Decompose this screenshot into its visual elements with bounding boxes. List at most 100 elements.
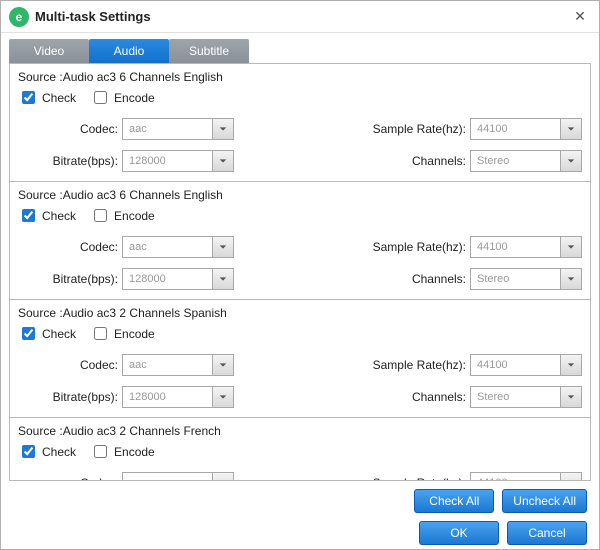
check-checkbox-label[interactable]: Check [18,324,76,343]
codec-combo-input[interactable] [122,354,212,376]
chevron-down-icon [219,157,227,165]
chevron-down-icon [567,275,575,283]
channels-label: Channels: [356,272,466,286]
codec-combo-arrow[interactable] [212,118,234,140]
bitrate-label: Bitrate(bps): [18,272,118,286]
channels-combo[interactable] [470,150,582,172]
bitrate-combo-arrow[interactable] [212,150,234,172]
check-checkbox[interactable] [22,327,35,340]
channels-combo-arrow[interactable] [560,150,582,172]
bitrate-combo-arrow[interactable] [212,268,234,290]
encode-checkbox[interactable] [94,91,107,104]
check-checkbox-label[interactable]: Check [18,206,76,225]
bitrate-combo[interactable] [122,386,234,408]
chevron-down-icon [219,243,227,251]
samplerate-combo-input[interactable] [470,472,560,481]
encode-checkbox[interactable] [94,445,107,458]
chevron-down-icon [567,243,575,251]
settings-window: e Multi-task Settings ✕ Video Audio Subt… [0,0,600,550]
ok-button[interactable]: OK [419,521,499,545]
check-checkbox-label[interactable]: Check [18,442,76,461]
chevron-down-icon [219,393,227,401]
dialog-buttons: OK Cancel [1,517,599,549]
samplerate-combo[interactable] [470,472,582,481]
check-all-button[interactable]: Check All [414,489,494,513]
check-checkbox[interactable] [22,445,35,458]
samplerate-combo-arrow[interactable] [560,236,582,258]
samplerate-combo[interactable] [470,118,582,140]
codec-label: Codec: [18,122,118,136]
channels-combo[interactable] [470,386,582,408]
chevron-down-icon [567,361,575,369]
samplerate-combo-input[interactable] [470,236,560,258]
codec-combo[interactable] [122,472,234,481]
samplerate-combo[interactable] [470,236,582,258]
codec-combo-arrow[interactable] [212,354,234,376]
track-list[interactable]: Source :Audio ac3 6 Channels English Che… [9,63,591,481]
audio-track: Source :Audio ac3 2 Channels French Chec… [10,418,590,481]
encode-checkbox[interactable] [94,209,107,222]
chevron-down-icon [567,125,575,133]
chevron-down-icon [567,393,575,401]
window-title: Multi-task Settings [35,9,151,24]
codec-combo-arrow[interactable] [212,472,234,481]
bitrate-combo-input[interactable] [122,150,212,172]
tab-subtitle[interactable]: Subtitle [169,39,249,63]
samplerate-combo[interactable] [470,354,582,376]
codec-label: Codec: [18,476,118,481]
titlebar: e Multi-task Settings ✕ [1,1,599,33]
channels-combo-input[interactable] [470,150,560,172]
codec-combo-input[interactable] [122,236,212,258]
samplerate-combo-arrow[interactable] [560,118,582,140]
cancel-button[interactable]: Cancel [507,521,587,545]
samplerate-combo-arrow[interactable] [560,472,582,481]
bitrate-combo[interactable] [122,268,234,290]
channels-combo-input[interactable] [470,386,560,408]
samplerate-combo-arrow[interactable] [560,354,582,376]
codec-combo[interactable] [122,354,234,376]
audio-track: Source :Audio ac3 6 Channels English Che… [10,64,590,182]
uncheck-all-button[interactable]: Uncheck All [502,489,587,513]
bitrate-combo[interactable] [122,150,234,172]
samplerate-combo-input[interactable] [470,354,560,376]
chevron-down-icon [219,479,227,481]
encode-checkbox[interactable] [94,327,107,340]
chevron-down-icon [567,157,575,165]
audio-track: Source :Audio ac3 2 Channels Spanish Che… [10,300,590,418]
codec-combo[interactable] [122,236,234,258]
bitrate-combo-input[interactable] [122,268,212,290]
channels-label: Channels: [356,154,466,168]
codec-combo-arrow[interactable] [212,236,234,258]
channels-combo-arrow[interactable] [560,268,582,290]
bitrate-combo-input[interactable] [122,386,212,408]
codec-label: Codec: [18,358,118,372]
source-label: Source :Audio ac3 6 Channels English [18,70,582,84]
codec-combo-input[interactable] [122,118,212,140]
app-icon: e [9,7,29,27]
check-checkbox-label[interactable]: Check [18,88,76,107]
samplerate-label: Sample Rate(hz): [356,358,466,372]
encode-checkbox-label[interactable]: Encode [90,88,155,107]
channels-combo-arrow[interactable] [560,386,582,408]
tab-audio[interactable]: Audio [89,39,169,63]
close-button[interactable]: ✕ [569,6,591,28]
tab-strip: Video Audio Subtitle [1,33,599,63]
chevron-down-icon [219,275,227,283]
codec-combo[interactable] [122,118,234,140]
channels-label: Channels: [356,390,466,404]
audio-track: Source :Audio ac3 6 Channels English Che… [10,182,590,300]
encode-checkbox-label[interactable]: Encode [90,206,155,225]
channels-combo[interactable] [470,268,582,290]
chevron-down-icon [567,479,575,481]
bitrate-combo-arrow[interactable] [212,386,234,408]
codec-combo-input[interactable] [122,472,212,481]
tab-video[interactable]: Video [9,39,89,63]
check-checkbox[interactable] [22,209,35,222]
samplerate-label: Sample Rate(hz): [356,122,466,136]
check-checkbox[interactable] [22,91,35,104]
encode-checkbox-label[interactable]: Encode [90,324,155,343]
samplerate-combo-input[interactable] [470,118,560,140]
channels-combo-input[interactable] [470,268,560,290]
encode-checkbox-label[interactable]: Encode [90,442,155,461]
source-label: Source :Audio ac3 6 Channels English [18,188,582,202]
